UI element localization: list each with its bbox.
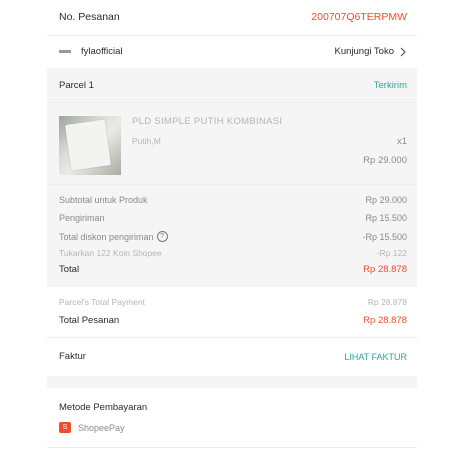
parcel-status[interactable]: Terkirim <box>374 80 407 91</box>
product-qty: x1 <box>396 136 407 147</box>
divider <box>47 102 417 103</box>
summary-row: Subtotal untuk Produk Rp 29.000 <box>59 195 407 205</box>
section-gap <box>47 376 417 388</box>
parcel-label: Parcel 1 <box>59 80 94 91</box>
visit-shop-label: Kunjungi Toko <box>334 46 394 57</box>
order-number-section: No. Pesanan 200707Q6TERPMW <box>47 0 417 35</box>
total-row: Total Rp 28.878 <box>59 264 407 275</box>
total-label: Total <box>59 264 80 275</box>
parcel-total-label: Parcel's Total Payment <box>59 297 146 307</box>
parcel-total-value: Rp 28.878 <box>367 297 407 307</box>
divider <box>47 184 417 185</box>
summary-value: Rp 29.000 <box>365 195 407 205</box>
view-invoice-link[interactable]: LIHAT FAKTUR <box>344 352 407 362</box>
summary-row: Tukarkan 122 Koin Shopee -Rp 122 <box>59 248 407 258</box>
order-number-value[interactable]: 200707Q6TERPMW <box>311 11 407 23</box>
parcel-section: Parcel 1 Terkirim PLD SIMPLE PUTIH KOMBI… <box>47 68 417 287</box>
invoice-label: Faktur <box>59 351 86 362</box>
shop-row[interactable]: fylaofficial Kunjungi Toko <box>47 36 417 68</box>
order-total-value: Rp 28.878 <box>363 315 407 326</box>
summary-label: Pengiriman <box>59 213 105 223</box>
visit-shop-button[interactable]: Kunjungi Toko <box>334 46 407 57</box>
product-price: Rp 29.000 <box>363 155 407 166</box>
order-total-section: Parcel's Total Payment Rp 28.878 Total P… <box>47 287 417 337</box>
invoice-row: Faktur LIHAT FAKTUR <box>47 338 417 376</box>
payment-section: Metode Pembayaran S ShopeePay <box>47 388 417 449</box>
info-icon[interactable]: ? <box>156 231 168 242</box>
summary-label: Subtotal untuk Produk <box>59 195 148 205</box>
chevron-right-icon <box>400 47 406 56</box>
payment-method: ShopeePay <box>78 422 125 433</box>
summary-value: -Rp 122 <box>376 248 407 258</box>
summary-value: Rp 15.500 <box>365 213 407 223</box>
shopeepay-icon: S <box>59 422 71 433</box>
product-name: PLD SIMPLE PUTIH KOMBINASI <box>132 116 283 127</box>
product-image <box>59 116 121 175</box>
order-number-label: No. Pesanan <box>59 11 120 23</box>
summary-label: Total diskon pengiriman <box>59 231 154 242</box>
total-value: Rp 28.878 <box>363 264 407 275</box>
divider <box>47 447 417 448</box>
shop-name: fylaofficial <box>81 46 123 57</box>
summary-label: Tukarkan 122 Koin Shopee <box>59 248 162 258</box>
summary-row: Total diskon pengiriman ? -Rp 15.500 <box>59 231 407 242</box>
summary-row: Pengiriman Rp 15.500 <box>59 213 407 223</box>
order-total-label: Total Pesanan <box>59 315 120 326</box>
shop-logo-icon <box>59 50 71 53</box>
summary-value: -Rp 15.500 <box>362 231 407 242</box>
payment-title: Metode Pembayaran <box>59 402 148 413</box>
product-variant: Putih,M <box>132 136 161 146</box>
